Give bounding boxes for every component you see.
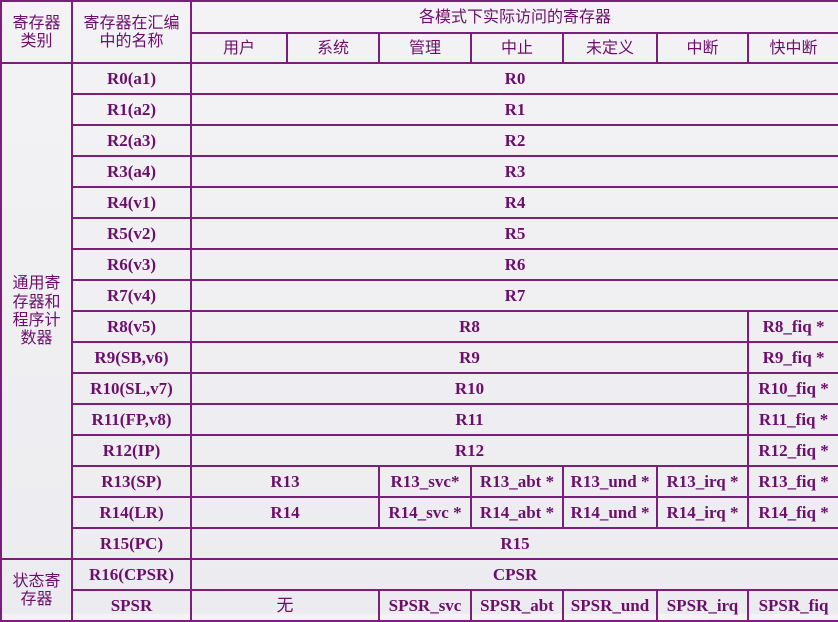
category-general: 通用寄 存器和 程序计 数器 [0, 62, 73, 560]
register-name: R13(SP) [71, 465, 192, 498]
register-und: SPSR_und [562, 589, 658, 622]
register-name: R6(v3) [71, 248, 192, 281]
register-fiq: SPSR_fiq [746, 589, 838, 622]
register-name: R0(a1) [71, 62, 192, 95]
mode-fiq: 快中断 [746, 32, 838, 64]
mode-user: 用户 [190, 32, 288, 64]
header-asm-name: 寄存器在汇编 中的名称 [71, 0, 192, 64]
mode-abort: 中止 [470, 32, 564, 64]
register-shared: R11 [190, 403, 749, 436]
register-name: R10(SL,v7) [71, 372, 192, 405]
register-fiq: R11_fiq * [746, 403, 838, 436]
register-fiq: R12_fiq * [746, 434, 838, 467]
register-shared: R2 [189, 124, 838, 157]
register-usr-sys: R13 [190, 465, 380, 498]
register-shared: R9 [190, 341, 749, 374]
register-name: R9(SB,v6) [71, 341, 192, 374]
register-fiq: R10_fiq * [746, 372, 838, 405]
register-shared: R0 [189, 62, 838, 95]
register-svc: R14_svc * [378, 496, 472, 529]
register-table: 寄存器 类别 寄存器在汇编 中的名称 各模式下实际访问的寄存器 用户 系统 管理… [0, 0, 838, 622]
register-svc: R13_svc* [378, 465, 472, 498]
register-shared: R15 [189, 527, 838, 560]
header-category: 寄存器 类别 [0, 0, 73, 64]
register-irq: SPSR_irq [656, 589, 749, 622]
register-name: R14(LR) [71, 496, 192, 529]
register-shared: R7 [189, 279, 838, 312]
register-shared: CPSR [189, 558, 838, 591]
register-abt: R14_abt * [470, 496, 564, 529]
register-und: R14_und * [562, 496, 658, 529]
mode-undefined: 未定义 [562, 32, 658, 64]
register-fiq: R9_fiq * [746, 341, 838, 374]
register-shared: R1 [189, 93, 838, 126]
header-modes-title: 各模式下实际访问的寄存器 [189, 0, 838, 34]
register-name: R3(a4) [71, 155, 192, 188]
register-name: R4(v1) [71, 186, 192, 219]
register-usr-sys: 无 [190, 589, 380, 622]
register-und: R13_und * [562, 465, 658, 498]
register-shared: R5 [189, 217, 838, 250]
register-fiq: R14_fiq * [746, 496, 838, 529]
register-name: R8(v5) [71, 310, 192, 343]
register-name: SPSR [71, 589, 192, 622]
register-shared: R4 [189, 186, 838, 219]
register-shared: R6 [189, 248, 838, 281]
register-irq: R14_irq * [656, 496, 749, 529]
register-name: R2(a3) [71, 124, 192, 157]
register-name: R5(v2) [71, 217, 192, 250]
register-name: R12(IP) [71, 434, 192, 467]
register-name: R11(FP,v8) [71, 403, 192, 436]
register-name: R15(PC) [71, 527, 192, 560]
register-fiq: R13_fiq * [746, 465, 838, 498]
register-svc: SPSR_svc [378, 589, 472, 622]
register-shared: R8 [190, 310, 749, 343]
register-name: R1(a2) [71, 93, 192, 126]
category-status: 状态寄 存器 [0, 558, 73, 622]
mode-system: 系统 [286, 32, 380, 64]
register-usr-sys: R14 [190, 496, 380, 529]
mode-supervisor: 管理 [378, 32, 472, 64]
register-shared: R12 [190, 434, 749, 467]
register-abt: R13_abt * [470, 465, 564, 498]
register-shared: R3 [189, 155, 838, 188]
register-name: R7(v4) [71, 279, 192, 312]
register-fiq: R8_fiq * [746, 310, 838, 343]
register-name: R16(CPSR) [71, 558, 192, 591]
register-abt: SPSR_abt [470, 589, 564, 622]
register-irq: R13_irq * [656, 465, 749, 498]
register-shared: R10 [190, 372, 749, 405]
mode-irq: 中断 [656, 32, 749, 64]
